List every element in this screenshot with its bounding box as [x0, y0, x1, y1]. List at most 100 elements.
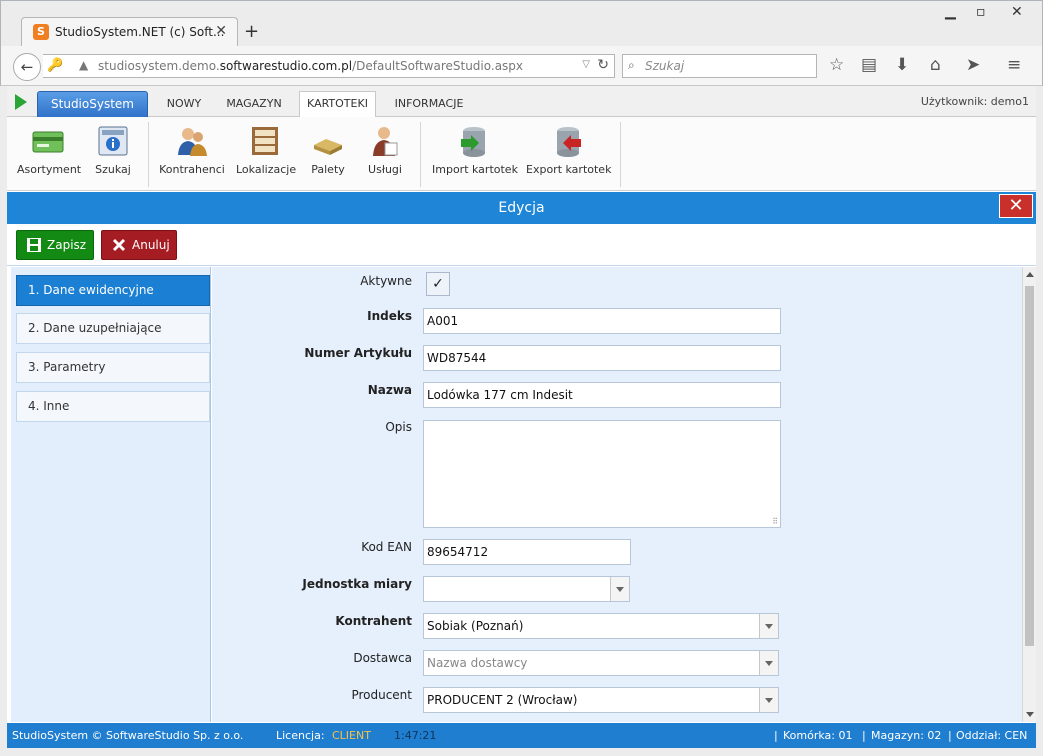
magazyn-text: Magazyn: 02 [871, 729, 942, 742]
address-bar[interactable]: 🔑 ▲ studiosystem.demo.softwarestudio.com… [43, 54, 615, 78]
app-menubar: StudioSystem NOWY MAGAZYN KARTOTEKI INFO… [7, 86, 1036, 118]
chevron-down-icon[interactable] [759, 688, 778, 712]
reload-icon[interactable]: ↻ [597, 57, 609, 73]
licencja-value: CLIENT [332, 729, 371, 742]
menu-tab-magazyn[interactable]: MAGAZYN [221, 91, 287, 117]
hamburger-menu-icon[interactable]: ≡ [1007, 55, 1021, 75]
dostawca-label: Dostawca [353, 651, 412, 665]
app-favicon-icon: S [33, 24, 49, 40]
copyright-text: StudioSystem © SoftwareStudio Sp. z o.o. [12, 729, 244, 742]
chevron-down-icon[interactable] [610, 577, 629, 601]
browser-tab-title: StudioSystem.NET (c) Soft... [55, 25, 225, 39]
opis-label: Opis [385, 420, 412, 434]
numer-artykulu-label: Numer Artykułu [304, 346, 412, 360]
back-arrow-icon[interactable]: ← [13, 53, 41, 81]
section-sidebar: 1. Dane ewidencyjne 2. Dane uzupełniając… [11, 267, 211, 722]
ribbon-uslugi-button[interactable]: Usługi [362, 125, 408, 176]
browser-tabstrip: S StudioSystem.NET (c) Soft... ✕ + ▁ ▫ ✕ [0, 0, 1043, 47]
ribbon-separator [420, 122, 421, 187]
ribbon-asortyment-button[interactable]: Asortyment [17, 125, 81, 176]
sidebar-item-inne[interactable]: 4. Inne [16, 391, 210, 422]
close-icon[interactable]: ✕ [999, 194, 1033, 218]
home-icon[interactable]: ⌂ [930, 55, 941, 75]
dostawca-placeholder: Nazwa dostawcy [427, 656, 528, 670]
nazwa-input[interactable]: Lodówka 177 cm Indesit [423, 382, 781, 408]
scroll-thumb[interactable] [1025, 286, 1034, 646]
dialog-title: Edycja [498, 200, 545, 216]
pallet-icon [312, 125, 344, 157]
producent-value: PRODUCENT 2 (Wrocław) [427, 693, 578, 707]
browser-search-input[interactable]: ⌕ Szukaj [622, 54, 817, 78]
ribbon-import-button[interactable]: Import kartotek [432, 125, 518, 176]
x-mark-icon [112, 238, 126, 252]
chevron-down-icon[interactable] [759, 614, 778, 638]
menu-tab-informacje[interactable]: INFORMACJE [389, 91, 469, 117]
reading-list-icon[interactable]: ▤ [861, 55, 877, 75]
producent-label: Producent [351, 688, 412, 702]
nazwa-label: Nazwa [367, 383, 412, 397]
database-export-icon [552, 125, 584, 157]
user-label: Użytkownik: demo1 [920, 95, 1029, 108]
indeks-label: Indeks [367, 309, 412, 323]
brand-tab[interactable]: StudioSystem [37, 91, 148, 117]
form-scrollbar[interactable] [1022, 267, 1036, 722]
save-button[interactable]: Zapisz [16, 230, 94, 260]
ribbon-palety-button[interactable]: Palety [308, 125, 348, 176]
maximize-icon[interactable]: ▫ [976, 4, 986, 20]
opis-textarea[interactable]: ⠿ [423, 420, 781, 528]
warning-icon[interactable]: ▲ [79, 58, 88, 72]
window-close-icon[interactable]: ✕ [1011, 4, 1023, 20]
ribbon-szukaj-button[interactable]: Szukaj [91, 125, 135, 176]
ribbon-separator [620, 122, 621, 187]
database-import-icon [458, 125, 490, 157]
indeks-input[interactable]: A001 [423, 308, 781, 334]
bookmark-star-icon[interactable]: ☆ [829, 55, 844, 75]
ribbon-export-button[interactable]: Export kartotek [526, 125, 611, 176]
chevron-down-icon[interactable] [759, 651, 778, 675]
aktywne-checkbox[interactable]: ✓ [426, 272, 450, 296]
menu-tab-nowy[interactable]: NOWY [159, 91, 209, 117]
sidebar-item-dane-uzupelniajace[interactable]: 2. Dane uzupełniające [16, 313, 210, 344]
ribbon-kontrahenci-button[interactable]: Kontrahenci [159, 125, 225, 176]
menu-tab-kartoteki[interactable]: KARTOTEKI [299, 91, 376, 118]
send-icon[interactable]: ➤ [966, 55, 980, 75]
download-icon[interactable]: ⬇ [895, 55, 909, 75]
licencja-label: Licencja: [276, 729, 325, 742]
url-dropdown-icon[interactable]: ▽ [582, 59, 590, 70]
search-placeholder: Szukaj [645, 59, 685, 73]
jednostka-miary-select[interactable] [423, 576, 630, 602]
close-tab-icon[interactable]: ✕ [215, 23, 227, 39]
kod-ean-input[interactable]: 89654712 [423, 539, 631, 565]
floppy-disk-icon [27, 238, 41, 252]
session-time: 1:47:21 [394, 729, 437, 742]
play-icon[interactable] [15, 94, 27, 110]
kod-ean-label: Kod EAN [361, 540, 412, 554]
product-card-icon [32, 125, 64, 157]
cancel-button[interactable]: Anuluj [101, 230, 177, 260]
search-info-icon [97, 125, 129, 157]
browser-tab[interactable]: S StudioSystem.NET (c) Soft... ✕ [21, 17, 238, 47]
scroll-down-icon[interactable] [1026, 712, 1034, 717]
browser-navbar: ← 🔑 ▲ studiosystem.demo.softwarestudio.c… [0, 46, 1043, 86]
oddzial-text: Oddział: CEN [956, 729, 1028, 742]
kontrahent-select[interactable]: Sobiak (Poznań) [423, 613, 779, 639]
services-icon [369, 125, 401, 157]
dialog-title-bar: Edycja ✕ [7, 192, 1036, 224]
save-label: Zapisz [47, 238, 87, 252]
producent-select[interactable]: PRODUCENT 2 (Wrocław) [423, 687, 779, 713]
key-icon[interactable]: 🔑 [47, 58, 63, 73]
shelves-icon [249, 125, 281, 157]
new-tab-icon[interactable]: + [244, 21, 259, 42]
numer-artykulu-input[interactable]: WD87544 [423, 345, 781, 371]
ribbon-lokalizacje-button[interactable]: Lokalizacje [236, 125, 296, 176]
scroll-up-icon[interactable] [1026, 272, 1034, 277]
cancel-label: Anuluj [132, 238, 170, 252]
sidebar-item-parametry[interactable]: 3. Parametry [16, 352, 210, 383]
sidebar-item-dane-ewidencyjne[interactable]: 1. Dane ewidencyjne [16, 275, 210, 306]
minimize-icon[interactable]: ▁ [945, 4, 956, 20]
komorka-text: Komórka: 01 [783, 729, 853, 742]
search-icon: ⌕ [628, 58, 635, 72]
status-bar: StudioSystem © SoftwareStudio Sp. z o.o.… [7, 723, 1036, 748]
dostawca-select[interactable]: Nazwa dostawcy [423, 650, 779, 676]
resize-grip-icon[interactable]: ⠿ [772, 517, 778, 526]
